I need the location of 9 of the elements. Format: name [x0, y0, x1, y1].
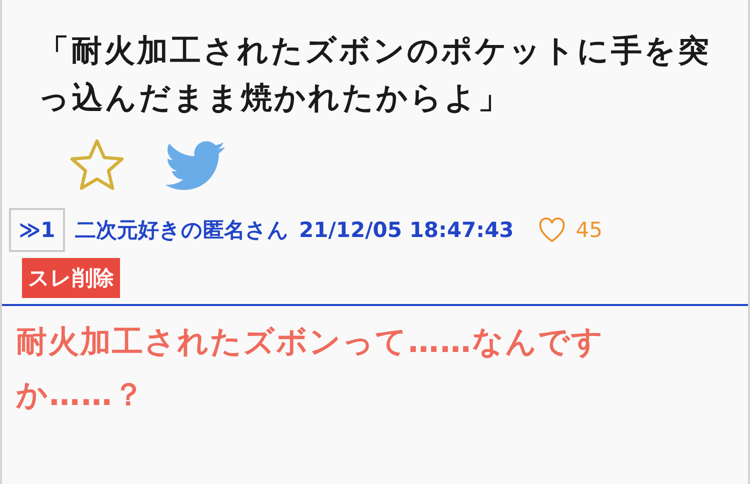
delete-thread-button[interactable]: スレ削除	[22, 258, 120, 298]
heart-icon[interactable]	[538, 217, 566, 243]
like-count: 45	[576, 218, 603, 242]
author-name: 二次元好きの匿名さん	[75, 217, 289, 244]
reply-anchor-link[interactable]: ≫1	[9, 208, 65, 252]
bird-icon[interactable]	[166, 141, 226, 191]
reply-body: 耐火加工されたズボンって……なんですか……？	[15, 323, 605, 415]
post-timestamp: 21/12/05 18:47:43	[299, 218, 514, 242]
post-title: 「耐火加工されたズボンのポケットに手を突っ込んだまま焼かれたからよ」	[37, 32, 712, 118]
